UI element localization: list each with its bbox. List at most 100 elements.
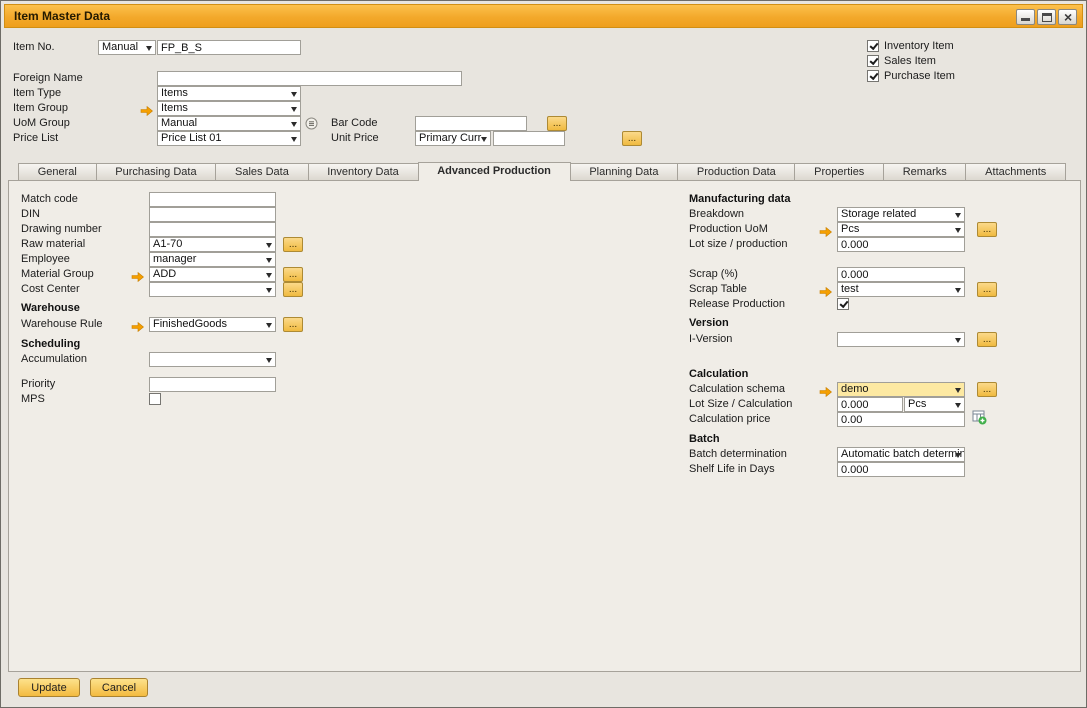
drawing-number-label: Drawing number [21, 222, 102, 237]
tab-attachments[interactable]: Attachments [965, 163, 1066, 180]
shelf-life-label: Shelf Life in Days [689, 462, 775, 477]
cancel-button[interactable]: Cancel [90, 678, 148, 697]
scrap-table-dropdown[interactable]: test [837, 282, 965, 297]
inventory-item-checkbox[interactable] [867, 40, 879, 52]
sales-item-label: Sales Item [884, 55, 936, 68]
item-group-dropdown[interactable]: Items [157, 101, 301, 116]
item-no-label: Item No. [13, 40, 55, 55]
priority-input[interactable] [149, 377, 276, 392]
employee-label: Employee [21, 252, 70, 267]
i-version-dropdown[interactable] [837, 332, 965, 347]
scrap-pct-label: Scrap (%) [689, 267, 738, 282]
i-version-browse-button[interactable]: ... [977, 332, 997, 347]
tab-purchasing-data[interactable]: Purchasing Data [96, 163, 217, 180]
item-no-input[interactable] [157, 40, 301, 55]
calculation-schema-label: Calculation schema [689, 382, 785, 397]
lot-size-calculation-uom-dropdown[interactable]: Pcs [904, 397, 965, 412]
tab-sales-data[interactable]: Sales Data [215, 163, 308, 180]
mps-label: MPS [21, 392, 45, 407]
item-master-data-window: Item Master Data Item No. Manual Foreign… [0, 0, 1087, 708]
uom-group-dropdown[interactable]: Manual [157, 116, 301, 131]
minimize-icon [1021, 18, 1030, 21]
tab-planning-data[interactable]: Planning Data [570, 163, 679, 180]
production-uom-label: Production UoM [689, 222, 768, 237]
unit-price-currency-dropdown[interactable]: Primary Curr [415, 131, 491, 146]
calculation-section-header: Calculation [689, 367, 748, 382]
cost-center-browse-button[interactable]: ... [283, 282, 303, 297]
close-button[interactable] [1058, 9, 1077, 25]
din-input[interactable] [149, 207, 276, 222]
scrap-table-browse-button[interactable]: ... [977, 282, 997, 297]
material-group-browse-button[interactable]: ... [283, 267, 303, 282]
tab-production-data[interactable]: Production Data [677, 163, 795, 180]
calculation-schema-dropdown[interactable]: demo [837, 382, 965, 397]
accumulation-label: Accumulation [21, 352, 87, 367]
foreign-name-label: Foreign Name [13, 71, 83, 86]
accumulation-dropdown[interactable] [149, 352, 276, 367]
update-button[interactable]: Update [18, 678, 80, 697]
raw-material-dropdown[interactable]: A1-70 [149, 237, 276, 252]
material-group-dropdown[interactable]: ADD [149, 267, 276, 282]
lot-size-production-input[interactable] [837, 237, 965, 252]
tab-properties[interactable]: Properties [794, 163, 884, 180]
minimize-button[interactable] [1016, 9, 1035, 25]
uom-group-detail-icon[interactable] [305, 117, 318, 130]
production-uom-dropdown[interactable]: Pcs [837, 222, 965, 237]
release-production-checkbox[interactable] [837, 298, 849, 310]
manufacturing-data-section-header: Manufacturing data [689, 192, 790, 207]
production-uom-browse-button[interactable]: ... [977, 222, 997, 237]
match-code-input[interactable] [149, 192, 276, 207]
scheduling-section-header: Scheduling [21, 337, 80, 352]
recalculate-price-icon[interactable] [972, 410, 987, 425]
bar-code-input[interactable] [415, 116, 527, 131]
mps-checkbox[interactable] [149, 393, 161, 405]
material-group-link-arrow-icon[interactable] [131, 269, 144, 279]
drawing-number-input[interactable] [149, 222, 276, 237]
material-group-label: Material Group [21, 267, 94, 282]
calculation-schema-browse-button[interactable]: ... [977, 382, 997, 397]
unit-price-input[interactable] [493, 131, 565, 146]
employee-dropdown[interactable]: manager [149, 252, 276, 267]
tab-inventory-data[interactable]: Inventory Data [308, 163, 419, 180]
item-type-dropdown[interactable]: Items [157, 86, 301, 101]
cost-center-dropdown[interactable] [149, 282, 276, 297]
unit-price-browse-button[interactable]: ... [622, 131, 642, 146]
item-no-mode-dropdown[interactable]: Manual [98, 40, 156, 55]
shelf-life-input[interactable] [837, 462, 965, 477]
bar-code-browse-button[interactable]: ... [547, 116, 567, 131]
price-list-label: Price List [13, 131, 58, 146]
sales-item-checkbox[interactable] [867, 55, 879, 67]
warehouse-rule-browse-button[interactable]: ... [283, 317, 303, 332]
raw-material-browse-button[interactable]: ... [283, 237, 303, 252]
title-bar[interactable]: Item Master Data [4, 4, 1083, 28]
foreign-name-input[interactable] [157, 71, 462, 86]
release-production-label: Release Production [689, 297, 785, 312]
warehouse-rule-label: Warehouse Rule [21, 317, 103, 332]
scrap-table-link-arrow-icon[interactable] [819, 284, 832, 294]
i-version-label: I-Version [689, 332, 732, 347]
window-controls [1016, 9, 1077, 25]
batch-determination-dropdown[interactable]: Automatic batch determina [837, 447, 965, 462]
price-list-dropdown[interactable]: Price List 01 [157, 131, 301, 146]
item-group-link-arrow-icon[interactable] [140, 103, 153, 113]
tab-general[interactable]: General [18, 163, 97, 180]
calculation-price-label: Calculation price [689, 412, 770, 427]
warehouse-rule-link-arrow-icon[interactable] [131, 319, 144, 329]
scrap-pct-input[interactable] [837, 267, 965, 282]
production-uom-link-arrow-icon[interactable] [819, 224, 832, 234]
match-code-label: Match code [21, 192, 78, 207]
din-label: DIN [21, 207, 40, 222]
warehouse-rule-dropdown[interactable]: FinishedGoods [149, 317, 276, 332]
maximize-button[interactable] [1037, 9, 1056, 25]
version-section-header: Version [689, 316, 729, 331]
tab-remarks[interactable]: Remarks [883, 163, 966, 180]
unit-price-label: Unit Price [331, 131, 379, 146]
calculation-schema-link-arrow-icon[interactable] [819, 384, 832, 394]
calculation-price-input[interactable] [837, 412, 965, 427]
tab-advanced-production[interactable]: Advanced Production [418, 162, 571, 181]
inventory-item-label: Inventory Item [884, 40, 954, 53]
bar-code-label: Bar Code [331, 116, 377, 131]
breakdown-dropdown[interactable]: Storage related [837, 207, 965, 222]
lot-size-calculation-input[interactable] [837, 397, 903, 412]
purchase-item-checkbox[interactable] [867, 70, 879, 82]
